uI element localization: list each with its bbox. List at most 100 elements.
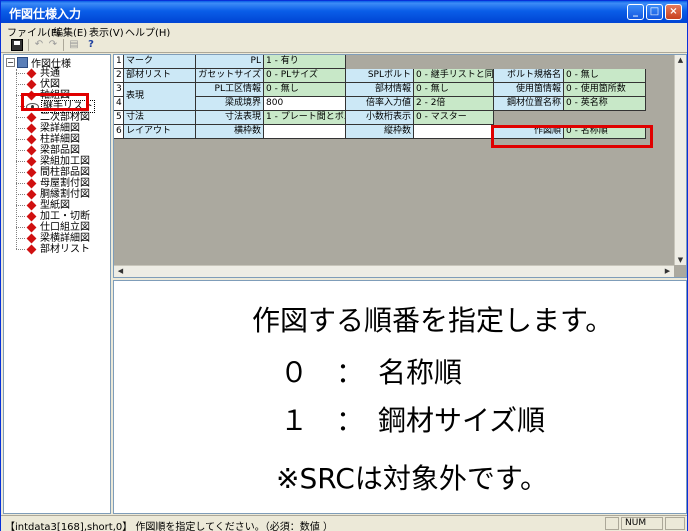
menu-bar: ファイル(F) 編集(E) 表示(V) ヘルプ(H) — [1, 23, 687, 39]
tree-item-column-detail[interactable]: 柱詳細図 — [16, 134, 81, 145]
tree-item-assembly[interactable]: 仕口組立図 — [16, 222, 91, 233]
scroll-left-icon[interactable]: ◀ — [115, 267, 126, 275]
grid-row-label: 寸法 — [124, 111, 196, 125]
grid-value[interactable]: 0 - 無し — [564, 69, 646, 83]
grid-key: SPLボルト — [346, 69, 414, 83]
diamond-icon — [26, 123, 37, 134]
grid-key: PL工区情報 — [196, 83, 264, 97]
row-number: 3 — [114, 83, 124, 97]
grid-key: 鋼材位置名称 — [494, 97, 564, 111]
title-bar[interactable]: 作図仕様入力 _ □ × — [1, 1, 687, 23]
grid-key: 寸法表現 — [196, 111, 264, 125]
tree-item-fusezu[interactable]: 伏図 — [16, 79, 61, 90]
grid-value[interactable]: 0 - 英名称 — [564, 97, 646, 111]
grid-key: PL — [196, 55, 264, 69]
minimize-button[interactable]: _ — [627, 4, 644, 20]
diamond-icon — [26, 233, 37, 244]
grid-input[interactable]: 800 — [264, 97, 346, 111]
status-message: 【intdata3[168],short,0】 作図順を指定してください。（必須… — [5, 522, 333, 531]
tree-item-secondary[interactable]: 二次部材図 — [16, 112, 91, 123]
grid-value[interactable]: 1 - 有り — [264, 55, 346, 69]
horizontal-scrollbar[interactable]: ◀ ▶ — [114, 265, 674, 277]
redo-icon[interactable]: ↷ — [47, 39, 59, 51]
collapse-icon[interactable]: − — [6, 57, 15, 67]
grid-key: ガセットサイズ — [196, 69, 264, 83]
grid-key: 梁成境界 — [196, 97, 264, 111]
grid-key: ボルト規格名 — [494, 69, 564, 83]
grid-value[interactable]: 1 - プレート間とボルト間 — [264, 111, 346, 125]
scroll-down-icon[interactable]: ▼ — [675, 256, 686, 264]
grid-key: 部材情報 — [346, 83, 414, 97]
toolbar-separator — [63, 39, 64, 51]
window-title: 作図仕様入力 — [9, 7, 82, 21]
grid-row-label: 部材リスト — [124, 69, 196, 83]
print-icon[interactable]: ▤ — [68, 39, 80, 51]
grid-key: 縦枠数 — [346, 125, 414, 139]
folder-icon — [17, 56, 28, 68]
scroll-up-icon[interactable]: ▲ — [675, 56, 686, 64]
diamond-icon — [26, 167, 37, 178]
grid-value[interactable]: 0 - PLサイズ — [264, 69, 346, 83]
diamond-icon — [26, 178, 37, 189]
grid-value[interactable]: 0 - 無し — [264, 83, 346, 97]
tree-item-beam-side[interactable]: 梁横詳細図 — [16, 233, 91, 244]
grid-value[interactable]: 0 - 無し — [414, 83, 494, 97]
tree-item-beam-parts[interactable]: 梁部品図 — [16, 145, 81, 156]
undo-icon[interactable]: ↶ — [33, 39, 45, 51]
help-text-line: ※SRCは対象外です。 — [276, 462, 549, 495]
diamond-icon — [26, 156, 37, 167]
main-window: 作図仕様入力 _ □ × ファイル(F) 編集(E) 表示(V) ヘルプ(H) … — [0, 0, 688, 531]
grid-key: 倍率入力値 — [346, 97, 414, 111]
tree-item-template[interactable]: 型紙図 — [16, 200, 71, 211]
tree-item-cutting[interactable]: 加工・切断 — [16, 211, 91, 222]
diamond-icon — [26, 211, 37, 222]
diamond-icon — [26, 200, 37, 211]
status-pane — [605, 517, 619, 530]
tree-item-stud-parts[interactable]: 間柱部品図 — [16, 167, 91, 178]
scroll-right-icon[interactable]: ▶ — [662, 267, 673, 275]
diamond-icon — [26, 134, 37, 145]
diamond-icon — [26, 145, 37, 156]
spec-grid: 1 マーク PL 1 - 有り 2 部材リスト ガセットサイズ 0 - PLサイ… — [113, 54, 687, 278]
tree-item-common[interactable]: 共通 — [16, 68, 61, 79]
tree-item-member-list[interactable]: 部材リスト — [16, 244, 91, 255]
grid-key: 横枠数 — [196, 125, 264, 139]
row-number: 6 — [114, 125, 124, 139]
grid-input[interactable] — [264, 125, 346, 139]
row-number: 1 — [114, 55, 124, 69]
help-text-line: １ ： 鋼材サイズ順 — [280, 404, 546, 437]
highlight-box — [491, 125, 653, 148]
close-button[interactable]: × — [665, 4, 682, 20]
help-icon[interactable]: ? — [85, 39, 97, 51]
diamond-icon — [26, 79, 37, 90]
num-lock-indicator: NUM — [621, 517, 663, 530]
tree-item-beam-detail[interactable]: 梁詳細図 — [16, 123, 81, 134]
maximize-button[interactable]: □ — [646, 4, 663, 20]
diamond-icon — [26, 222, 37, 233]
grid-key: 小数桁表示 — [346, 111, 414, 125]
grid-value[interactable]: 0 - 使用箇所数 — [564, 83, 646, 97]
grid-input[interactable] — [414, 125, 494, 139]
vertical-scrollbar[interactable]: ▲ ▼ — [674, 55, 686, 265]
tree-item-beam-process[interactable]: 梁組加工図 — [16, 156, 91, 167]
diamond-icon — [26, 244, 37, 255]
tree-item-girt[interactable]: 胴縁割付図 — [16, 189, 91, 200]
grid-row-label: 表現 — [124, 83, 196, 111]
grid-value[interactable]: 0 - マスター — [414, 111, 494, 125]
grid-row-label: レイアウト — [124, 125, 196, 139]
toolbar-separator — [28, 39, 29, 51]
help-panel: 作図する順番を指定します。 ０ ： 名称順 １ ： 鋼材サイズ順 ※SRCは対象… — [113, 280, 687, 514]
row-number: 2 — [114, 69, 124, 83]
tree-root[interactable]: − 作図仕様 — [6, 56, 71, 70]
row-number: 5 — [114, 111, 124, 125]
grid-value[interactable]: 0 - 継手リストと同 — [414, 69, 494, 83]
tree-item-purlin[interactable]: 母屋割付図 — [16, 178, 91, 189]
spec-tree: − 作図仕様 共通 伏図 軸組図 継手リスト 二次部材図 梁詳細図 柱詳細図 梁… — [3, 54, 111, 514]
help-text-line: ０ ： 名称順 — [280, 356, 463, 389]
grid-value[interactable]: 2 - 2倍 — [414, 97, 494, 111]
row-number: 4 — [114, 97, 124, 111]
save-icon[interactable] — [11, 39, 23, 51]
toolbar: ↶ ↷ ▤ ? — [1, 37, 687, 53]
grid-row-label: マーク — [124, 55, 196, 69]
diamond-icon — [26, 68, 37, 79]
